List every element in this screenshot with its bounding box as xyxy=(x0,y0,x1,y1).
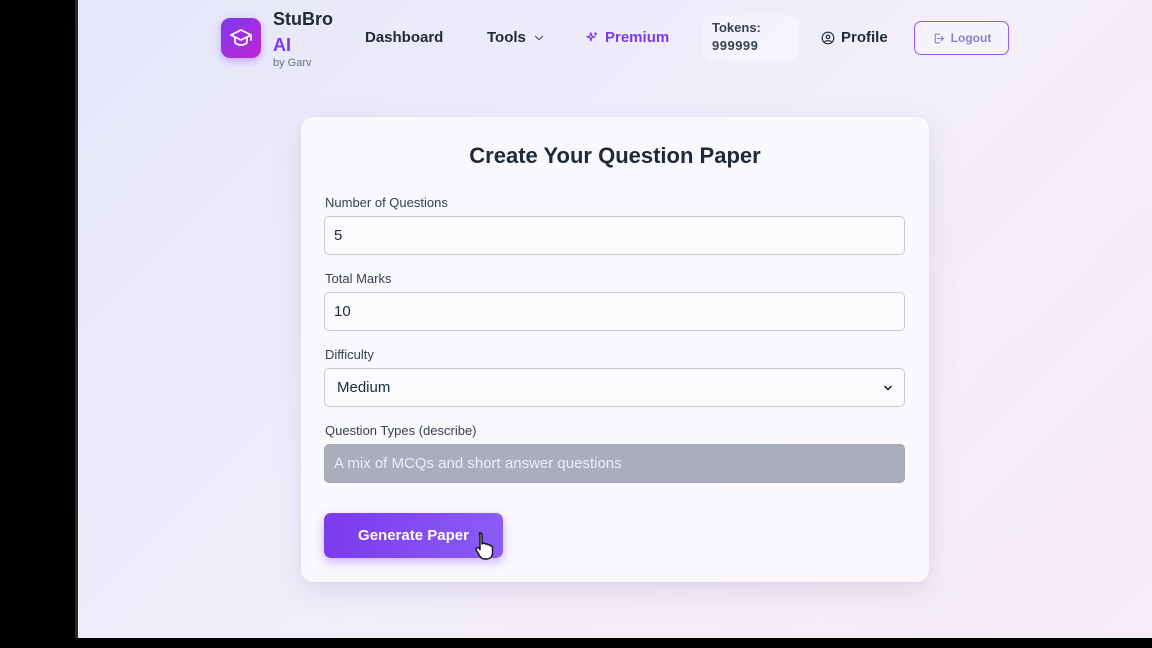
questions-label: Number of Questions xyxy=(325,195,448,210)
brand-name: StuBro xyxy=(273,9,333,29)
question-paper-form-card: Create Your Question Paper Number of Que… xyxy=(301,117,929,582)
brand[interactable]: StuBro AI by Garv xyxy=(273,6,333,69)
brand-byline: by Garv xyxy=(273,57,312,69)
nav-dashboard-link[interactable]: Dashboard xyxy=(365,28,443,48)
form-title: Create Your Question Paper xyxy=(469,143,761,168)
sparkles-icon xyxy=(586,32,598,42)
graduation-cap-icon xyxy=(230,29,252,46)
top-navbar: StuBro AI by Garv Dashboard Tools Premiu… xyxy=(78,0,1152,80)
app-viewport: StuBro AI by Garv Dashboard Tools Premiu… xyxy=(78,0,1152,638)
difficulty-value: Medium xyxy=(337,379,391,396)
brand-suffix: AI xyxy=(273,35,291,55)
marks-value: 10 xyxy=(334,303,351,320)
nav-profile-link[interactable]: Profile xyxy=(821,28,888,48)
nav-premium-label: Premium xyxy=(605,29,670,46)
nav-tools-label: Tools xyxy=(487,29,526,46)
chevron-down-icon xyxy=(884,385,892,390)
logout-label: Logout xyxy=(950,31,992,45)
bottom-black-border xyxy=(0,638,1152,648)
marks-input[interactable]: 10 xyxy=(324,292,905,331)
nav-dashboard-label: Dashboard xyxy=(365,29,444,46)
generate-paper-label: Generate Paper xyxy=(358,527,469,544)
questions-input[interactable]: 5 xyxy=(324,216,905,255)
logout-button[interactable]: Logout xyxy=(914,21,1009,55)
tokens-label: Tokens: xyxy=(712,20,761,35)
tokens-badge: Tokens: 999999 xyxy=(702,15,798,61)
types-label: Question Types (describe) xyxy=(325,423,477,438)
nav-profile-label: Profile xyxy=(841,29,888,46)
types-value: A mix of MCQs and short answer questions xyxy=(334,455,622,472)
hand-pointer-icon xyxy=(475,532,494,560)
user-circle-icon xyxy=(821,31,835,45)
tokens-value: 999999 xyxy=(712,38,759,53)
nav-tools-dropdown[interactable]: Tools xyxy=(487,28,546,48)
logo-badge[interactable] xyxy=(221,18,261,58)
left-black-border xyxy=(0,0,78,648)
difficulty-select[interactable]: Medium xyxy=(324,368,905,407)
questions-value: 5 xyxy=(334,227,343,244)
difficulty-label: Difficulty xyxy=(325,347,374,362)
marks-label: Total Marks xyxy=(325,271,392,286)
logout-icon xyxy=(934,33,944,43)
types-input[interactable]: A mix of MCQs and short answer questions xyxy=(324,444,905,483)
chevron-down-icon xyxy=(534,35,543,41)
nav-premium-link[interactable]: Premium xyxy=(585,28,669,48)
